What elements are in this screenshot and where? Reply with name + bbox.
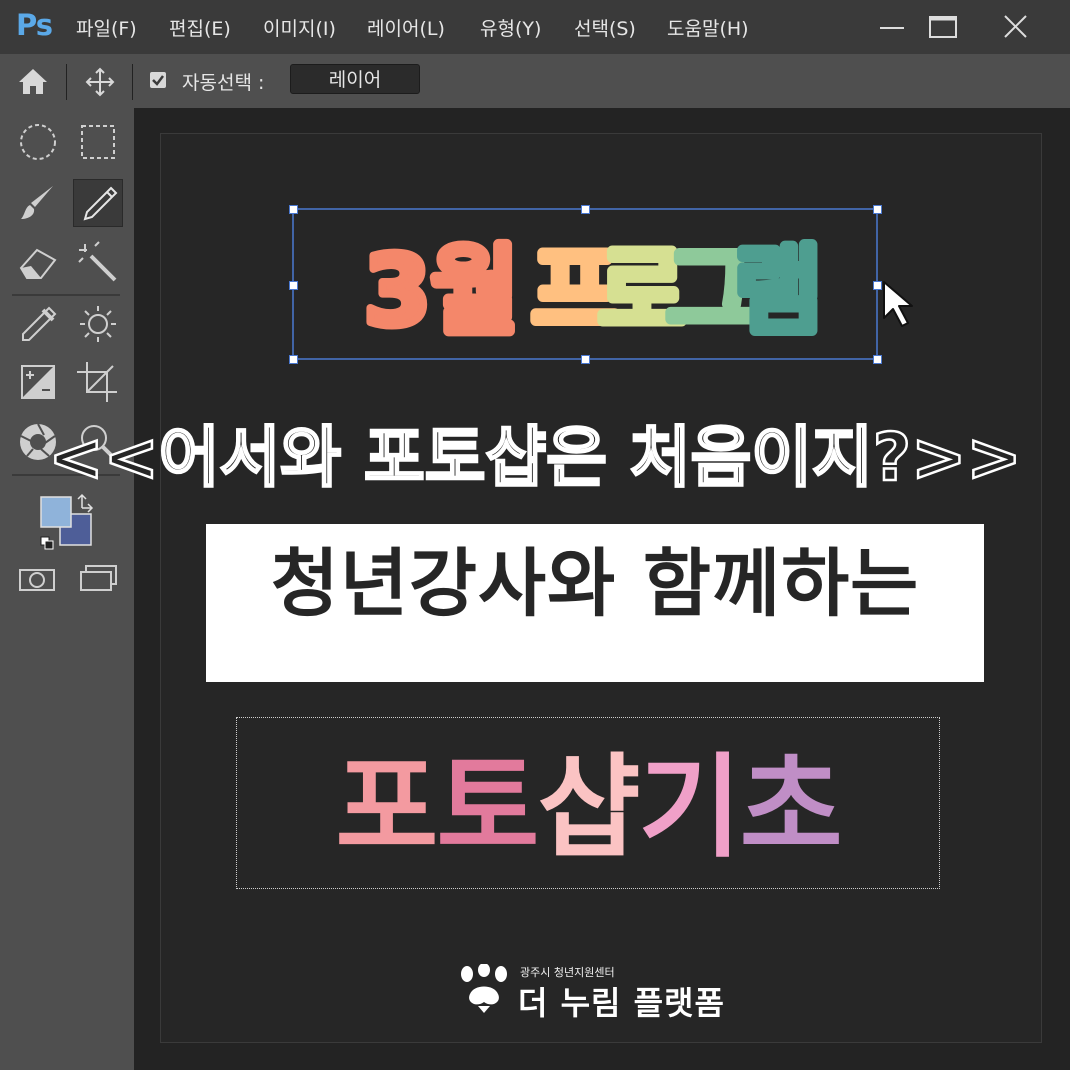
main-title-char: 토 xyxy=(436,743,539,873)
transform-handle[interactable] xyxy=(581,205,590,214)
transform-handle[interactable] xyxy=(873,281,882,290)
transform-handle[interactable] xyxy=(873,355,882,364)
subtitle-text: 청년강사와 함께하는 xyxy=(270,541,920,627)
headline-layer[interactable]: <<어서와 포토샵은 처음이지?>> xyxy=(0,410,1070,500)
main-title: 포토샵기초 xyxy=(236,717,940,889)
main-title-char: 포 xyxy=(335,743,438,873)
transform-handle[interactable] xyxy=(581,355,590,364)
main-title-char: 초 xyxy=(739,743,843,873)
transform-handle[interactable] xyxy=(289,205,298,214)
transform-handle[interactable] xyxy=(289,281,298,290)
title-char: 3월 xyxy=(364,235,519,347)
mouse-cursor-icon xyxy=(883,281,913,327)
main-title-char: 샵 xyxy=(537,743,640,873)
title-char: 램 xyxy=(734,235,822,347)
org-name: 더 누림 플랫폼 xyxy=(518,984,725,1022)
transform-handle[interactable] xyxy=(289,355,298,364)
main-title-char: 기 xyxy=(638,743,742,873)
headline-text: <<어서와 포토샵은 처음이지?>> xyxy=(48,419,1021,496)
paw-logo-icon xyxy=(458,963,510,1014)
transform-handle[interactable] xyxy=(873,205,882,214)
